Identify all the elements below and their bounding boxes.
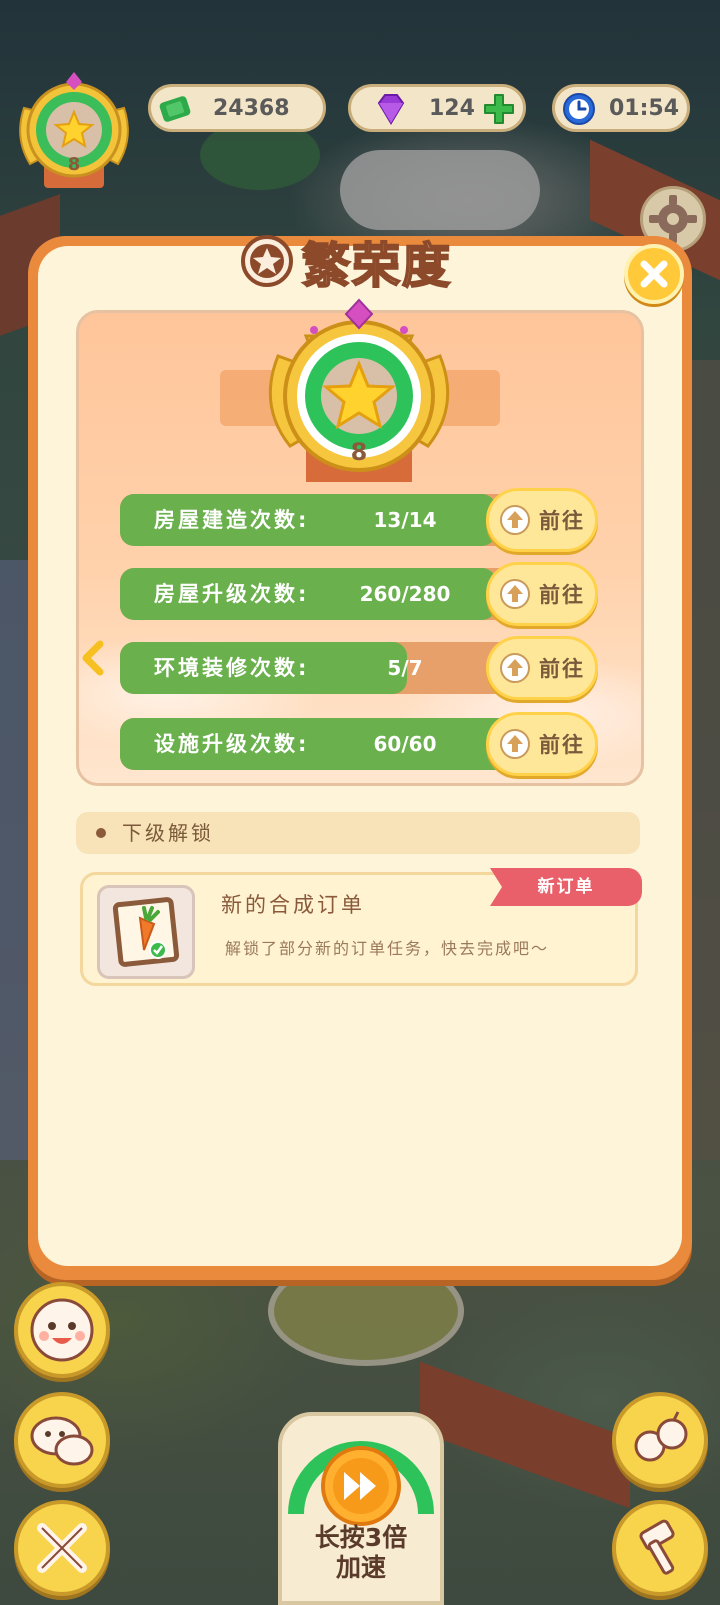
plus-icon[interactable]	[483, 93, 515, 125]
new-order-tag: 新订单	[490, 868, 642, 906]
tools-icon	[37, 1523, 87, 1573]
build-button[interactable]	[612, 1500, 708, 1596]
speed-up-label-line2: 加速	[335, 1553, 386, 1582]
close-icon	[640, 260, 668, 288]
tools-button[interactable]	[14, 1500, 110, 1596]
new-order-tag-label: 新订单	[537, 877, 595, 897]
timer-value: 01:54	[609, 95, 680, 121]
emoji-button[interactable]	[14, 1282, 110, 1378]
task-row-environment-decor: 环境装修次数: 5/7 前往	[120, 636, 600, 700]
unlock-thumbnail	[97, 885, 195, 979]
task-row-house-build: 房屋建造次数: 13/14 前往	[120, 488, 600, 552]
fast-forward-icon	[288, 1441, 434, 1526]
task-value: 260/280	[359, 582, 451, 606]
star-icon	[241, 235, 293, 287]
task-value: 13/14	[373, 508, 437, 532]
dialog-title-text: 繁荣度	[301, 237, 453, 295]
harvest-button[interactable]	[612, 1392, 708, 1488]
up-arrow-icon	[500, 579, 530, 609]
go-button-label: 前往	[539, 733, 585, 757]
go-button[interactable]: 前往	[486, 488, 598, 552]
go-button-label: 前往	[539, 583, 585, 607]
task-label: 设施升级次数:	[154, 732, 310, 756]
gem-icon	[377, 94, 405, 125]
bullet-dot	[96, 828, 106, 838]
hammer-icon	[639, 1519, 675, 1575]
task-label: 环境装修次数:	[154, 656, 310, 680]
go-button[interactable]: 前往	[486, 712, 598, 776]
unlock-description: 解锁了部分新的订单任务，快去完成吧～	[225, 939, 550, 958]
speed-up-label-line1: 长按3倍	[314, 1523, 408, 1552]
task-label: 房屋升级次数:	[154, 582, 310, 606]
emoji-icon	[30, 1298, 94, 1362]
up-arrow-icon	[500, 729, 530, 759]
up-arrow-icon	[500, 653, 530, 683]
clock-icon	[563, 93, 595, 125]
task-value: 60/60	[373, 732, 437, 756]
close-button[interactable]	[624, 244, 684, 304]
badge-level-number: 8	[350, 438, 368, 466]
cash-value: 24368	[213, 95, 290, 121]
go-button-label: 前往	[539, 657, 585, 681]
task-label: 房屋建造次数:	[154, 508, 310, 532]
up-arrow-icon	[500, 505, 530, 535]
task-row-facility-upgrade: 设施升级次数: 60/60 前往	[120, 712, 600, 776]
chat-icon	[30, 1416, 94, 1466]
chat-button[interactable]	[14, 1392, 110, 1488]
apple-icon	[634, 1411, 688, 1462]
unlock-title: 新的合成订单	[221, 893, 365, 917]
hud-level-number: 8	[67, 154, 81, 175]
gem-counter: 124	[348, 84, 526, 132]
prosperity-level-badge[interactable]: 8	[10, 68, 138, 194]
task-row-house-upgrade: 房屋升级次数: 260/280 前往	[120, 562, 600, 626]
next-unlock-header: 下级解锁	[76, 812, 640, 854]
gem-value: 124	[429, 95, 475, 121]
cash-counter: 24368	[148, 84, 326, 132]
go-button[interactable]: 前往	[486, 562, 598, 626]
timer-counter: 01:54	[552, 84, 690, 132]
prosperity-badge-large: 8	[254, 296, 464, 486]
go-button-label: 前往	[539, 509, 585, 533]
next-unlock-title: 下级解锁	[122, 821, 214, 845]
building-left	[0, 560, 30, 1160]
chevron-left-icon[interactable]	[80, 640, 106, 676]
dialog-title: 繁荣度	[240, 226, 452, 296]
go-button[interactable]: 前往	[486, 636, 598, 700]
speed-up-label: 长按3倍 加速	[278, 1523, 444, 1583]
smoke-cloud	[340, 150, 540, 230]
task-value: 5/7	[387, 656, 423, 680]
cash-icon	[159, 96, 191, 122]
carrot-icon	[112, 897, 180, 967]
